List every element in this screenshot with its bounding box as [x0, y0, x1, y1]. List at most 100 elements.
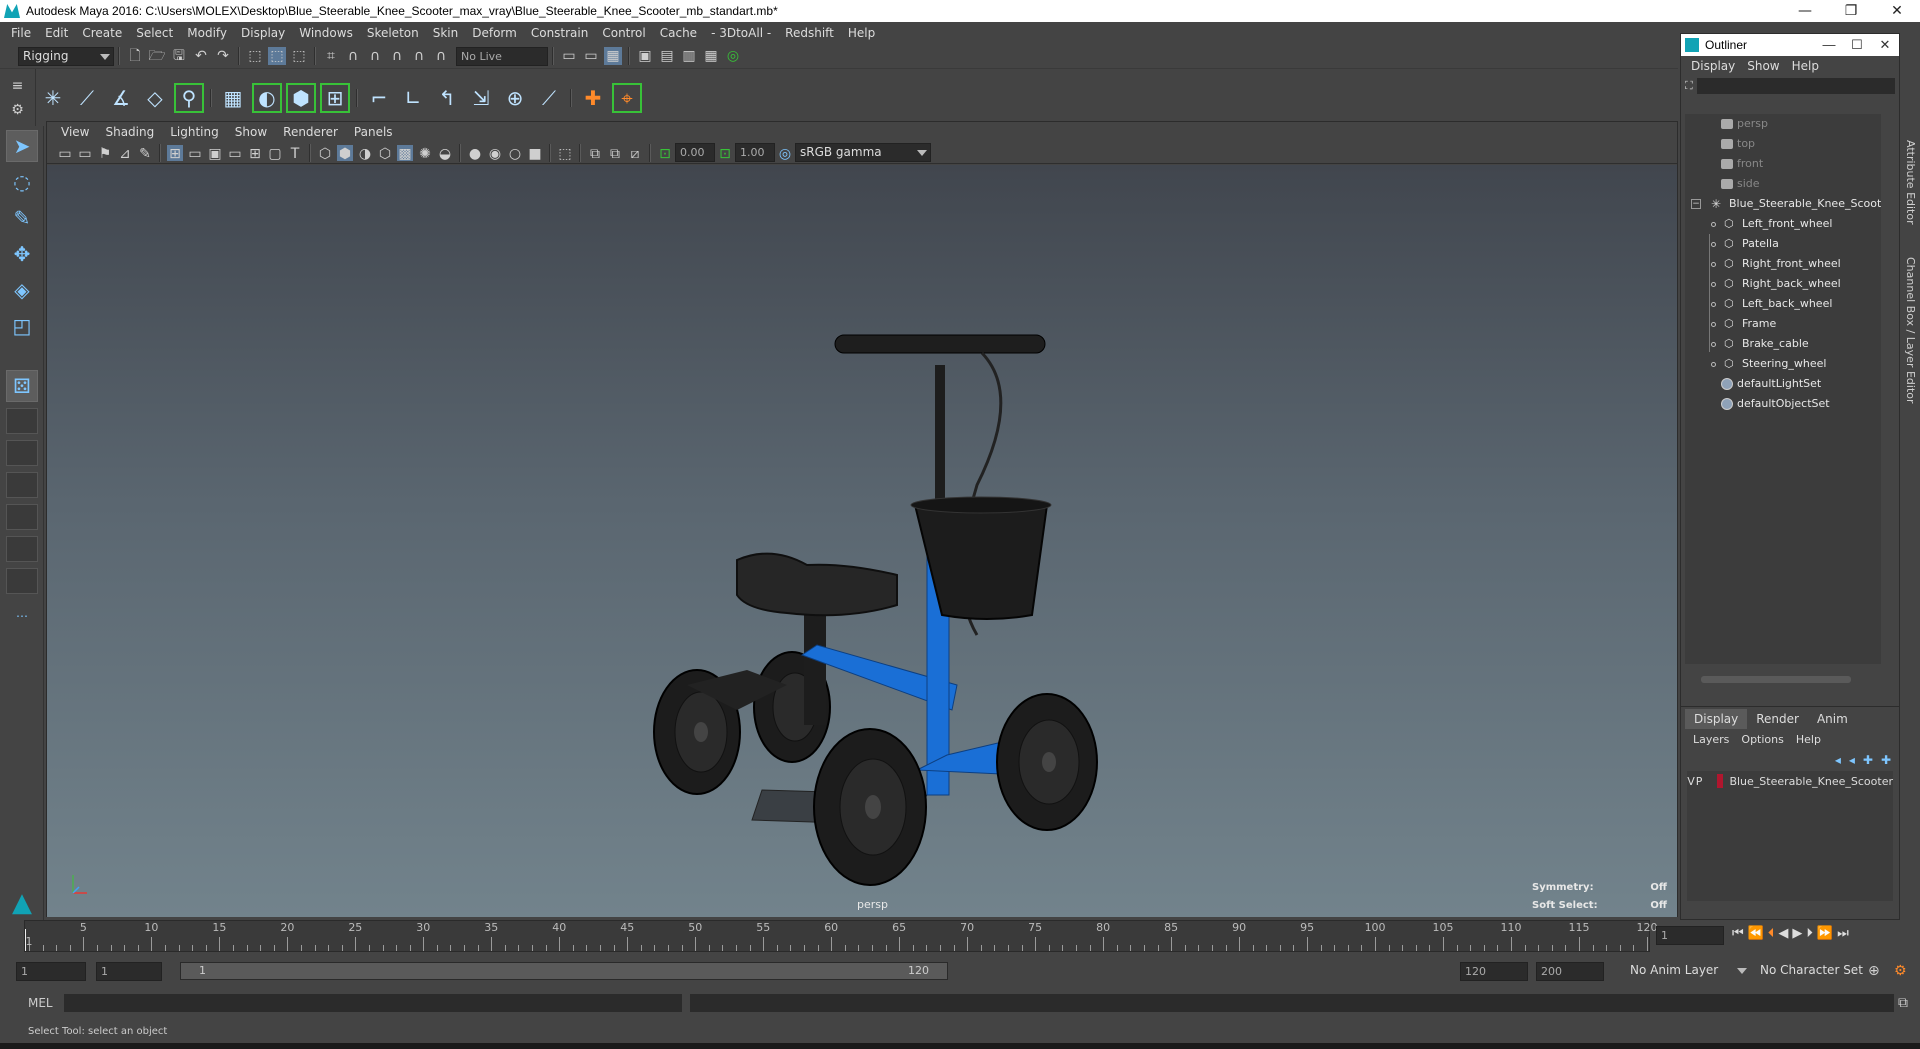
tree-item-set[interactable]: defaultLightSet	[1685, 374, 1881, 394]
layout-outliner-icon[interactable]	[6, 504, 38, 530]
move-tool-icon[interactable]: ✥	[6, 238, 38, 270]
select-object-icon[interactable]: ⬚	[268, 47, 286, 65]
menu-skin[interactable]: Skin	[426, 26, 466, 40]
textured-icon[interactable]: ▩	[397, 144, 413, 162]
xray-icon[interactable]: ⧉	[587, 145, 603, 162]
menu-set-dropdown[interactable]: Rigging	[18, 46, 114, 66]
panel-menu-renderer[interactable]: Renderer	[275, 125, 346, 139]
go-to-start-icon[interactable]: ⏮	[1732, 926, 1744, 941]
layer-menu-layers[interactable]: Layers	[1687, 733, 1735, 746]
tree-item-child[interactable]: ⬡ Left_front_wheel	[1685, 214, 1881, 234]
new-scene-icon[interactable]: 🗋	[126, 47, 144, 65]
tree-item-child[interactable]: ⬡ Brake_cable	[1685, 334, 1881, 354]
lattice-icon[interactable]: ▦	[218, 83, 248, 113]
skin-bind-icon[interactable]: ◇	[140, 83, 170, 113]
script-editor-icon[interactable]: ⧉	[1898, 994, 1908, 1012]
default-material-icon[interactable]: ◑	[357, 145, 373, 162]
layer-row[interactable]: V P Blue_Steerable_Knee_Scooter	[1687, 771, 1893, 791]
panel-menu-show[interactable]: Show	[227, 125, 275, 139]
control-curve-icon[interactable]: ⌖	[612, 82, 642, 113]
minimize-icon[interactable]: —	[1815, 37, 1843, 53]
close-icon[interactable]: ✕	[1874, 0, 1920, 22]
camera-attributes-icon[interactable]: ▭	[77, 145, 93, 162]
safe-action-icon[interactable]: ▢	[267, 145, 283, 162]
wrap-icon[interactable]: ⬢	[286, 82, 316, 113]
outliner-horizontal-scrollbar[interactable]	[1689, 674, 1885, 684]
tree-item-child[interactable]: ⬡ Frame	[1685, 314, 1881, 334]
shelf-menu-icon[interactable]: ≡	[12, 77, 24, 95]
filter-icon[interactable]: ⛶	[1685, 77, 1693, 95]
shadows-icon[interactable]: ◒	[437, 145, 453, 162]
step-forward-frame-icon[interactable]: ⏵	[1806, 926, 1813, 941]
point-constraint-icon[interactable]: ∟	[398, 83, 428, 113]
select-hierarchy-icon[interactable]: ⬚	[246, 47, 264, 65]
exposure-field[interactable]: 0.00	[675, 143, 715, 162]
cluster-icon[interactable]: ◐	[252, 82, 282, 113]
paint-weights-icon[interactable]: ⚲	[174, 82, 204, 113]
outliner-menu-show[interactable]: Show	[1741, 59, 1785, 73]
step-back-frame-icon[interactable]: ⏴	[1768, 926, 1775, 941]
play-backward-icon[interactable]: ◀	[1778, 926, 1788, 941]
tree-item-camera[interactable]: front	[1685, 154, 1881, 174]
menu-cache[interactable]: Cache	[653, 26, 704, 40]
script-language-label[interactable]: MEL	[28, 996, 62, 1010]
scale-tool-icon[interactable]: ◰	[6, 310, 38, 342]
tree-item-child[interactable]: ⬡ Right_front_wheel	[1685, 254, 1881, 274]
auto-key-icon[interactable]: ⊕	[1868, 962, 1880, 980]
xray-active-icon[interactable]: ⧄	[627, 145, 643, 162]
safe-title-icon[interactable]: T	[287, 145, 303, 162]
playback-end-field[interactable]: 120	[1460, 962, 1528, 981]
save-scene-icon[interactable]: 🖫	[170, 47, 188, 65]
close-icon[interactable]: ✕	[1871, 37, 1899, 53]
character-set-dropdown[interactable]: No Character Set	[1756, 962, 1876, 981]
menu-deform[interactable]: Deform	[465, 26, 524, 40]
end-time-field[interactable]: 200	[1536, 962, 1604, 981]
menu-file[interactable]: File	[4, 26, 38, 40]
snap-curve-icon[interactable]: ∩	[344, 47, 362, 65]
wireframe-on-shaded-icon[interactable]: ⬡	[377, 145, 393, 162]
tree-item-set[interactable]: defaultObjectSet	[1685, 394, 1881, 414]
resolution-gate-icon[interactable]: ▣	[207, 145, 223, 162]
new-layer-selected-icon[interactable]: ✚	[1881, 753, 1891, 767]
ik-spline-icon[interactable]: ∡	[106, 83, 136, 113]
visibility-toggle[interactable]: V	[1687, 775, 1695, 788]
bookmark-icon[interactable]: ⚑	[97, 145, 113, 162]
aim-constraint-icon[interactable]: ⊕	[500, 83, 530, 113]
tab-anim[interactable]: Anim	[1808, 709, 1857, 729]
undo-icon[interactable]: ↶	[192, 47, 210, 65]
color-management-icon[interactable]: ◎	[777, 145, 793, 162]
play-forward-icon[interactable]: ▶	[1792, 926, 1802, 941]
menu-select[interactable]: Select	[129, 26, 180, 40]
film-gate-icon[interactable]: ▭	[187, 145, 203, 162]
gamma-icon[interactable]: ⊡	[717, 145, 733, 162]
collapse-icon[interactable]: −	[1691, 199, 1701, 209]
render-frame-icon[interactable]: ▣	[636, 47, 654, 65]
gamma-field[interactable]: 1.00	[735, 143, 775, 162]
menu-edit[interactable]: Edit	[38, 26, 75, 40]
go-to-end-icon[interactable]: ⏭	[1837, 926, 1849, 941]
lasso-tool-icon[interactable]: ◌	[6, 166, 38, 198]
tree-item-child[interactable]: ⬡ Left_back_wheel	[1685, 294, 1881, 314]
menu-windows[interactable]: Windows	[292, 26, 360, 40]
input-ops-icon[interactable]: ▭	[560, 47, 578, 65]
playback-start-field[interactable]: 1	[96, 962, 162, 981]
outliner-menu-help[interactable]: Help	[1786, 59, 1825, 73]
snap-vertex-icon[interactable]: ∩	[432, 47, 450, 65]
exposure-icon[interactable]: ⊡	[657, 145, 673, 162]
rotate-tool-icon[interactable]: ◈	[6, 274, 38, 306]
image-plane-icon[interactable]: ⊿	[117, 145, 133, 162]
grid-icon[interactable]: ⊞	[167, 144, 183, 162]
layer-color-swatch[interactable]	[1717, 774, 1724, 788]
animation-prefs-icon[interactable]: ⚙	[1894, 962, 1907, 980]
minimize-icon[interactable]: —	[1782, 0, 1828, 22]
layout-quad-icon[interactable]	[6, 408, 38, 434]
tab-render[interactable]: Render	[1747, 709, 1808, 729]
parent-constraint-icon[interactable]: ⌐	[364, 83, 394, 113]
locator-icon[interactable]: ✚	[578, 83, 608, 113]
depth-of-field-icon[interactable]: ■	[527, 145, 543, 162]
layer-menu-help[interactable]: Help	[1790, 733, 1827, 746]
layout-stacked-icon[interactable]	[6, 472, 38, 498]
panel-menu-shading[interactable]: Shading	[97, 125, 162, 139]
menu-constrain[interactable]: Constrain	[524, 26, 596, 40]
move-layer-up-icon[interactable]: ◂	[1835, 753, 1841, 767]
